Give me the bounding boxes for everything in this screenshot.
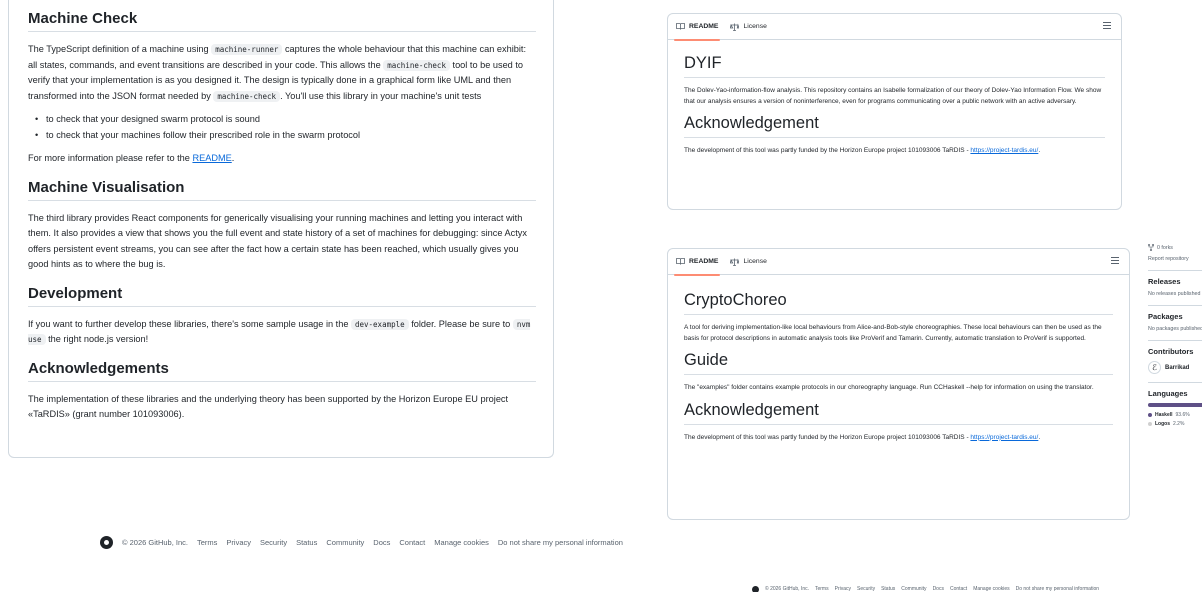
dyif-ack-text: The development of this tool was partly … xyxy=(684,147,1041,154)
heading-machine-visualisation: Machine Visualisation xyxy=(28,179,536,201)
code-machine-runner: machine-runner xyxy=(211,44,283,55)
footer-link-docs[interactable]: Docs xyxy=(933,586,944,592)
heading-machine-check: Machine Check xyxy=(28,10,536,32)
paragraph-machine-check: The TypeScript definition of a machine u… xyxy=(28,44,527,102)
scale-icon xyxy=(730,23,740,31)
divider xyxy=(1148,382,1202,383)
divider xyxy=(1148,305,1202,306)
footer-link-privacy[interactable]: Privacy xyxy=(226,538,251,547)
paragraph-development: If you want to further develop these lib… xyxy=(28,318,531,345)
languages-heading: Languages xyxy=(1148,389,1188,398)
tab-license[interactable]: License xyxy=(730,14,767,40)
footer-link-community[interactable]: Community xyxy=(326,538,364,547)
divider xyxy=(1148,340,1202,341)
dyif-ack-heading: Acknowledgement xyxy=(684,114,1105,138)
readme-tabs: README License xyxy=(668,14,1121,41)
github-logo-icon[interactable] xyxy=(752,585,759,592)
footer-link-terms[interactable]: Terms xyxy=(197,538,217,547)
dyif-title: DYIF xyxy=(684,54,1105,78)
tab-license[interactable]: License xyxy=(730,249,767,275)
contributor-item[interactable]: ℰ Barrikad xyxy=(1148,361,1202,374)
packages-text: No packages published xyxy=(1148,326,1202,332)
book-icon xyxy=(676,258,685,265)
language-item[interactable]: Haskell 93.6% xyxy=(1148,412,1202,418)
releases-heading[interactable]: Releases xyxy=(1148,277,1202,286)
heading-development: Development xyxy=(28,285,536,307)
dyif-description: The Dolev-Yao-information-flow analysis.… xyxy=(684,87,1102,105)
cryptochoreo-ack-text: The development of this tool was partly … xyxy=(684,433,1041,441)
book-icon xyxy=(676,23,685,30)
language-dot-icon xyxy=(1148,422,1152,426)
dyif-readme-card: README License DYIF The Dolev-Yao-inform… xyxy=(667,13,1122,210)
code-dev-example: dev-example xyxy=(350,318,409,330)
language-item[interactable]: Logos 2.2% xyxy=(1148,421,1202,427)
code-machine-check: machine-check xyxy=(383,59,450,71)
github-logo-icon[interactable] xyxy=(100,535,113,549)
footer: © 2026 GitHub, Inc. Terms Privacy Securi… xyxy=(752,585,1202,592)
footer-link-manage-cookies[interactable]: Manage cookies xyxy=(973,586,1009,592)
footer: © 2026 GitHub, Inc. Terms Privacy Securi… xyxy=(100,534,660,550)
footer-link-contact[interactable]: Contact xyxy=(950,586,967,592)
cryptochoreo-readme-card: README License CryptoChoreo A tool for d… xyxy=(667,248,1130,520)
footer-link-security[interactable]: Security xyxy=(857,586,875,592)
cryptochoreo-title: CryptoChoreo xyxy=(684,291,1113,315)
readme-tabs: README License xyxy=(668,249,1129,276)
guide-text: The "examples" folder contains example p… xyxy=(684,384,1094,391)
divider xyxy=(1148,270,1202,271)
tardis-link[interactable]: https://project-tardis.eu/ xyxy=(970,434,1038,441)
footer-link-manage-cookies[interactable]: Manage cookies xyxy=(434,538,489,547)
avatar: ℰ xyxy=(1148,361,1161,374)
report-repository-link[interactable]: Report repository xyxy=(1148,256,1202,262)
readme-link[interactable]: README xyxy=(192,153,231,163)
footer-link-do-not-share[interactable]: Do not share my personal information xyxy=(498,538,623,547)
footer-link-docs[interactable]: Docs xyxy=(373,538,390,547)
footer-link-privacy[interactable]: Privacy xyxy=(835,586,851,592)
more-info-text: For more information please refer to the… xyxy=(28,153,235,163)
list-icon[interactable] xyxy=(1103,22,1111,29)
packages-heading[interactable]: Packages xyxy=(1148,312,1202,321)
forks-count[interactable]: 0 forks xyxy=(1148,244,1202,251)
tab-readme[interactable]: README xyxy=(673,14,721,41)
footer-copyright: © 2026 GitHub, Inc. xyxy=(122,537,188,547)
footer-link-security[interactable]: Security xyxy=(260,538,287,547)
paragraph-visualisation: The third library provides React compone… xyxy=(28,212,527,270)
list-icon[interactable] xyxy=(1111,257,1119,264)
footer-link-terms[interactable]: Terms xyxy=(815,586,829,592)
cryptochoreo-ack-heading: Acknowledgement xyxy=(684,401,1113,425)
language-dot-icon xyxy=(1148,413,1152,417)
list-item: to check that your designed swarm protoc… xyxy=(28,112,536,128)
heading-acknowledgements: Acknowledgements xyxy=(28,360,536,382)
footer-link-status[interactable]: Status xyxy=(881,586,895,592)
guide-heading: Guide xyxy=(684,351,1113,375)
tab-readme[interactable]: README xyxy=(673,249,721,276)
repo-sidebar: 0 forks Report repository Releases No re… xyxy=(1148,244,1202,427)
list-item: to check that your machines follow their… xyxy=(28,128,536,144)
fork-icon xyxy=(1148,244,1154,251)
scale-icon xyxy=(730,258,740,266)
cryptochoreo-description: A tool for deriving implementation-like … xyxy=(684,324,1102,342)
tardis-link[interactable]: https://project-tardis.eu/ xyxy=(970,147,1038,154)
footer-link-contact[interactable]: Contact xyxy=(399,538,425,547)
footer-link-community[interactable]: Community xyxy=(901,586,926,592)
code-machine-check-2: machine-check xyxy=(213,90,281,102)
contributor-name: Barrikad xyxy=(1165,364,1190,371)
left-readme-content: Machine Check The TypeScript definition … xyxy=(28,10,536,431)
footer-link-status[interactable]: Status xyxy=(296,538,317,547)
paragraph-acknowledgements: The implementation of these libraries an… xyxy=(28,393,509,420)
releases-text: No releases published xyxy=(1148,291,1201,297)
languages-bar xyxy=(1148,403,1202,407)
contributors-heading[interactable]: Contributors xyxy=(1148,347,1202,356)
footer-link-do-not-share[interactable]: Do not share my personal information xyxy=(1016,586,1099,592)
